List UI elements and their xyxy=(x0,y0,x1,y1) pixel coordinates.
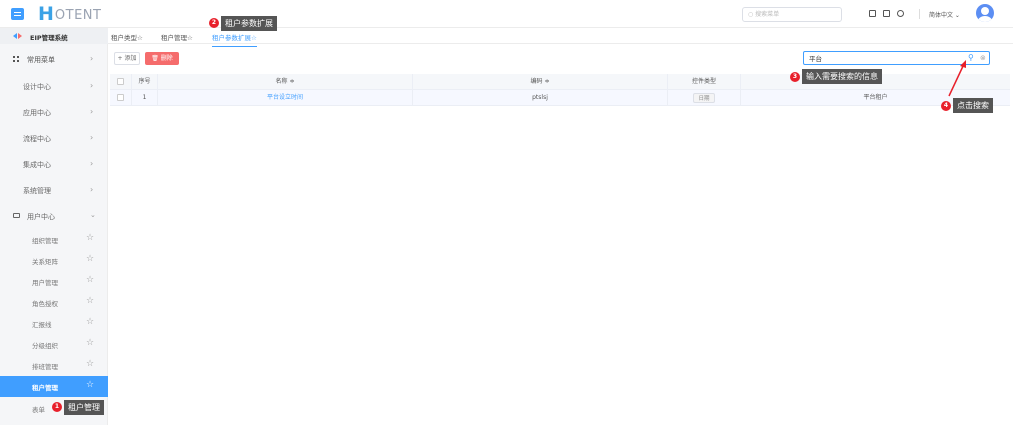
row-name-link[interactable]: 平台设立时间 xyxy=(158,90,413,106)
star-icon[interactable]: ☆ xyxy=(86,381,94,390)
callout-badge: 3 xyxy=(790,72,800,82)
chevron-right-icon: › xyxy=(90,185,94,194)
sidebar-item-common-menu[interactable]: 常用菜单 › xyxy=(0,47,108,71)
sidebar-item-app-center[interactable]: 应用中心 › xyxy=(0,100,108,124)
sidebar-item-integration-center[interactable]: 集成中心 › xyxy=(0,152,108,176)
column-header-index: 序号 xyxy=(132,74,158,90)
system-logo-icon xyxy=(13,33,22,39)
callout-badge: 1 xyxy=(52,402,62,412)
star-icon[interactable]: ☆ xyxy=(86,360,94,369)
star-icon[interactable]: ☆ xyxy=(86,339,94,348)
sidebar-item-system-management[interactable]: 系统管理 › xyxy=(0,178,108,202)
tab-tenant-param-extension[interactable]: 租户参数扩展☆ xyxy=(212,32,257,47)
star-icon[interactable]: ☆ xyxy=(86,318,94,327)
tab-tenant-management[interactable]: 租户管理☆ xyxy=(161,32,193,42)
star-icon[interactable]: ☆ xyxy=(86,297,94,306)
menu-toggle-icon[interactable] xyxy=(11,8,24,20)
logo: H OTENT xyxy=(38,3,102,25)
star-icon[interactable]: ☆ xyxy=(86,276,94,285)
monitor-icon[interactable] xyxy=(869,10,876,17)
chevron-right-icon: › xyxy=(90,81,94,90)
table-row[interactable]: 1 平台设立时间 ptslsj 日期 平台租户 xyxy=(110,90,1010,106)
chevron-right-icon: › xyxy=(90,159,94,168)
chevron-down-icon: ⌄ xyxy=(90,211,96,219)
chevron-right-icon: › xyxy=(90,133,94,142)
chevron-right-icon: › xyxy=(90,107,94,116)
callout-label: 点击搜索 xyxy=(953,98,993,113)
monitor-icon xyxy=(13,213,20,218)
top-bar: H OTENT ○ 搜索菜单 简体中文 ⌄ xyxy=(0,0,1013,28)
callout-arrow-icon xyxy=(948,60,966,97)
sidebar-item-user-center[interactable]: 用户中心 ⌄ xyxy=(0,204,108,228)
column-header-name[interactable]: 名称 ≑ xyxy=(158,74,413,90)
callout-badge: 4 xyxy=(941,101,951,111)
sidebar-item-user-management[interactable]: 用户管理 ☆ xyxy=(0,271,108,292)
column-header-code[interactable]: 编码 ≑ xyxy=(413,74,668,90)
tab-tenant-type[interactable]: 租户类型☆ xyxy=(111,32,143,42)
row-code: ptslsj xyxy=(413,90,668,106)
sidebar-item-shift-management[interactable]: 排班管理 ☆ xyxy=(0,355,108,376)
fullscreen-icon[interactable] xyxy=(883,10,890,17)
callout-badge: 2 xyxy=(209,18,219,28)
divider xyxy=(919,9,920,19)
sidebar-item-tenant-management[interactable]: 租户管理 ☆ xyxy=(0,376,108,397)
system-switcher[interactable]: EIP管理系统 xyxy=(0,28,108,44)
column-header-control-type: 控件类型 xyxy=(668,74,741,90)
sidebar-item-flow-center[interactable]: 流程中心 › xyxy=(0,126,108,150)
sidebar-item-report-line[interactable]: 汇报线 ☆ xyxy=(0,313,108,334)
search-input[interactable] xyxy=(809,53,959,63)
row-checkbox[interactable] xyxy=(117,94,124,101)
control-type-tag: 日期 xyxy=(693,92,715,103)
row-index: 1 xyxy=(132,90,158,106)
sidebar: EIP管理系统 常用菜单 › 设计中心 › 应用中心 › 流程中心 › 集成中心… xyxy=(0,28,108,425)
select-all-checkbox[interactable] xyxy=(117,78,124,85)
refresh-icon[interactable] xyxy=(897,10,904,17)
grid-icon xyxy=(13,56,19,62)
delete-button[interactable]: 🗑 删除 xyxy=(145,52,179,65)
avatar[interactable] xyxy=(976,4,994,22)
callout-label: 租户管理 xyxy=(64,400,104,415)
sidebar-item-org-management[interactable]: 组织管理 ☆ xyxy=(0,229,108,250)
add-button[interactable]: + 添加 xyxy=(114,52,140,65)
star-icon[interactable]: ☆ xyxy=(86,255,94,264)
menu-search-input[interactable]: ○ 搜索菜单 xyxy=(742,7,842,22)
sidebar-item-design-center[interactable]: 设计中心 › xyxy=(0,74,108,98)
clear-icon[interactable]: ⊗ xyxy=(980,54,986,62)
sidebar-item-relation-matrix[interactable]: 关系矩阵 ☆ xyxy=(0,250,108,271)
sidebar-item-role-auth[interactable]: 角色授权 ☆ xyxy=(0,292,108,313)
language-switcher[interactable]: 简体中文 ⌄ xyxy=(929,10,960,19)
callout-label: 租户参数扩展 xyxy=(221,16,277,31)
chevron-right-icon: › xyxy=(90,54,94,63)
callout-label: 输入需要搜索的信息 xyxy=(802,69,882,84)
sidebar-item-tiered-org[interactable]: 分级组织 ☆ xyxy=(0,334,108,355)
star-icon[interactable]: ☆ xyxy=(86,234,94,243)
